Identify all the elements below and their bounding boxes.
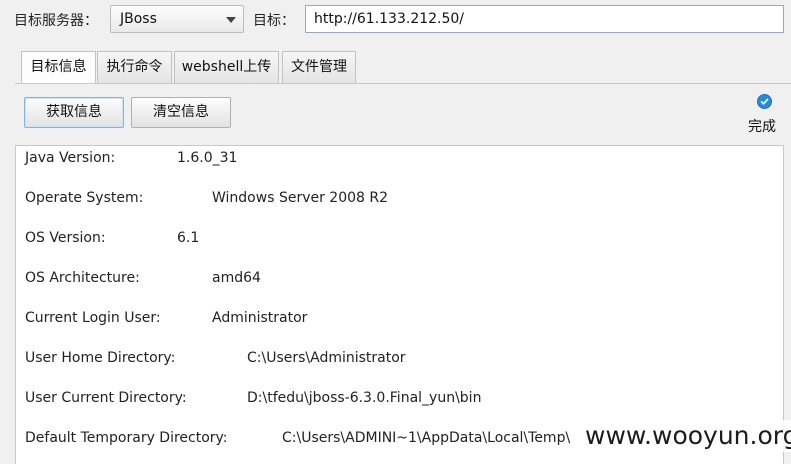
info-row: Java Version: 1.6.0_31 [25, 150, 785, 170]
info-row: OS Architecture: amd64 [25, 270, 785, 290]
info-key: OS Architecture: [25, 270, 140, 286]
info-key: Default Temporary Directory: [25, 430, 228, 446]
tab-label: 文件管理 [291, 59, 347, 75]
watermark: www.wooyun.org [582, 420, 791, 452]
info-value: C:\Users\ADMINI~1\AppData\Local\Temp\ [282, 430, 571, 446]
info-key: Current Login User: [25, 310, 161, 326]
tab-file-management[interactable]: 文件管理 [282, 51, 356, 83]
tab-label: 执行命令 [106, 59, 163, 75]
info-value: D:\tfedu\jboss-6.3.0.Final_yun\bin [247, 390, 482, 406]
tab-target-info[interactable]: 目标信息 [21, 51, 96, 84]
info-row: Operate System: Windows Server 2008 R2 [25, 190, 785, 210]
tab-label: 目标信息 [30, 59, 87, 75]
get-info-button[interactable]: 获取信息 [24, 97, 124, 128]
target-label: 目标： [253, 13, 295, 29]
chevron-down-icon[interactable] [226, 17, 236, 23]
info-value: Administrator [212, 310, 308, 326]
check-circle-icon [757, 94, 772, 109]
info-value: 6.1 [177, 230, 200, 246]
info-row: User Home Directory: C:\Users\Administra… [25, 350, 785, 370]
info-value: C:\Users\Administrator [247, 350, 406, 366]
info-value: Windows Server 2008 R2 [212, 190, 389, 206]
info-row: Current Login User: Administrator [25, 310, 785, 330]
server-label: 目标服务器： [14, 13, 98, 29]
tab-label: webshell上传 [181, 59, 272, 75]
info-key: Operate System: [25, 190, 144, 206]
info-key: User Home Directory: [25, 350, 176, 366]
info-value: amd64 [212, 270, 261, 286]
clear-info-button[interactable]: 清空信息 [131, 97, 231, 128]
target-url-value: http://61.133.212.50/ [314, 11, 465, 27]
target-url-input[interactable]: http://61.133.212.50/ [305, 5, 784, 33]
server-select[interactable]: JBoss [110, 5, 244, 33]
info-key: OS Version: [25, 230, 106, 246]
info-key: User Current Directory: [25, 390, 187, 406]
info-value: 1.6.0_31 [177, 150, 238, 166]
info-row: User Current Directory: D:\tfedu\jboss-6… [25, 390, 785, 410]
info-row: OS Version: 6.1 [25, 230, 785, 250]
status-label: 完成 [748, 119, 776, 135]
server-select-value: JBoss [120, 11, 157, 27]
info-output-area[interactable]: Java Version: 1.6.0_31 Operate System: W… [15, 145, 784, 464]
info-key: Java Version: [25, 150, 116, 166]
tab-webshell-upload[interactable]: webshell上传 [174, 51, 279, 83]
tab-exec-command[interactable]: 执行命令 [97, 51, 172, 83]
